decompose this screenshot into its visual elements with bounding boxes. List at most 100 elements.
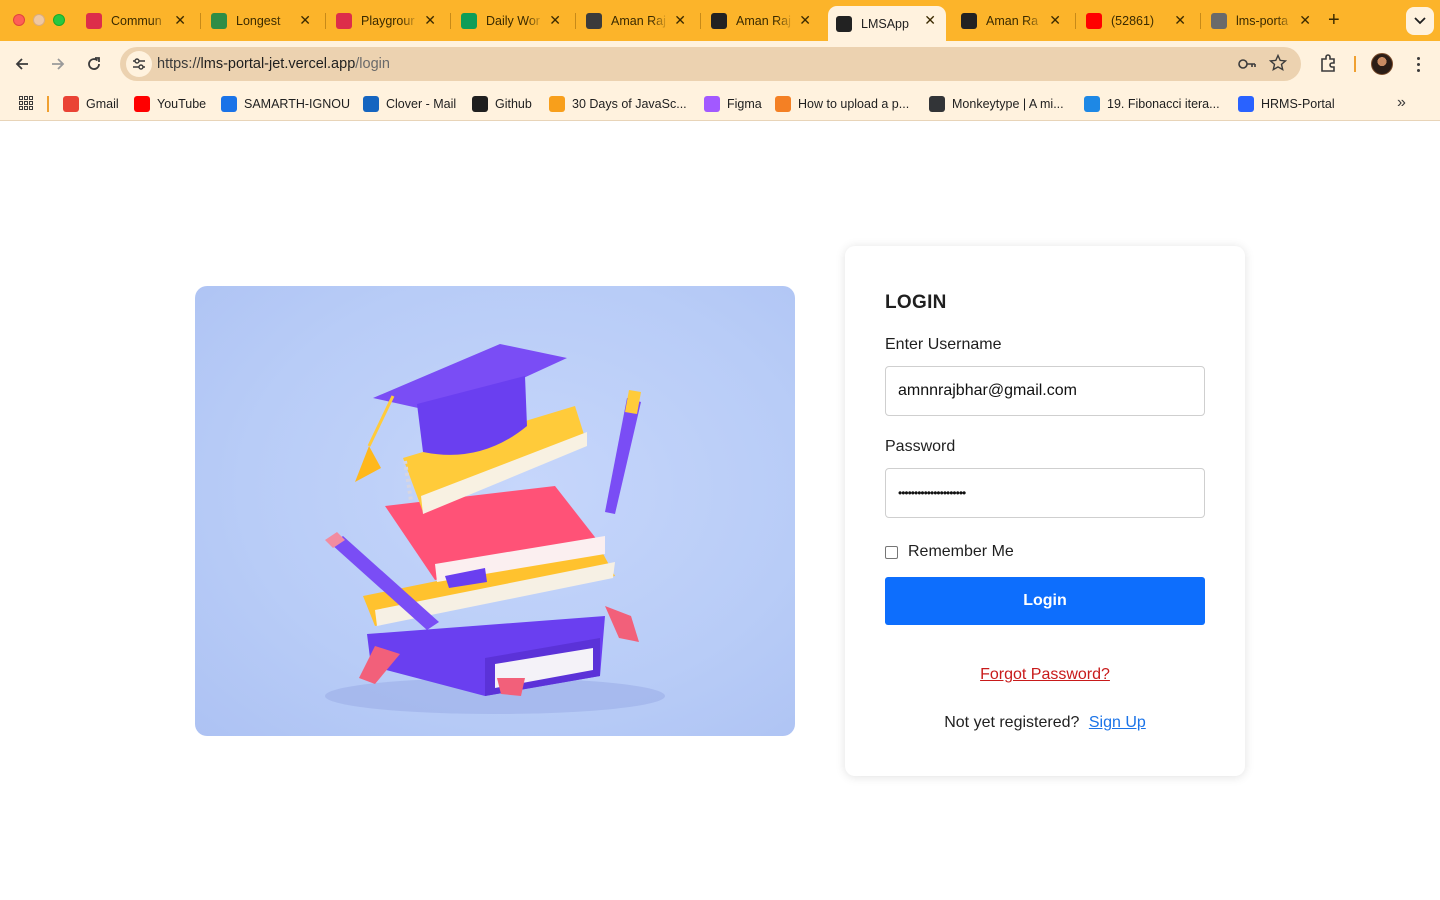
- figma-icon: [704, 96, 720, 112]
- more-bookmarks-chevron-icon[interactable]: »: [1397, 94, 1406, 112]
- browser-tab[interactable]: Aman Raj ✕: [703, 6, 821, 35]
- bookmark-item[interactable]: Clover - Mail: [363, 95, 456, 113]
- bookmark-item[interactable]: HRMS-Portal: [1238, 95, 1335, 113]
- bookmark-label: SAMARTH-IGNOU: [244, 97, 351, 111]
- tab-search-button[interactable]: [1406, 7, 1434, 35]
- url-path: /login: [355, 56, 390, 72]
- tab-close-icon[interactable]: ✕: [1049, 12, 1061, 28]
- register-row: Not yet registered? Sign Up: [845, 714, 1245, 732]
- bookmark-item[interactable]: Github: [472, 95, 532, 113]
- globe-icon: [1211, 12, 1227, 29]
- browser-tab[interactable]: Aman Ra ✕: [953, 6, 1071, 35]
- tab-divider: [325, 13, 326, 29]
- bookmark-item[interactable]: Figma: [704, 95, 762, 113]
- login-card: LOGIN Enter Username Password Remember M…: [845, 246, 1245, 776]
- browser-menu-icon[interactable]: [1410, 53, 1426, 75]
- forward-button[interactable]: [46, 52, 70, 76]
- sign-up-link[interactable]: Sign Up: [1089, 714, 1146, 731]
- password-input[interactable]: [885, 468, 1205, 518]
- bookmark-label: Github: [495, 97, 532, 111]
- apps-grid-icon[interactable]: [19, 96, 33, 110]
- tab-close-icon[interactable]: ✕: [674, 12, 686, 28]
- clover-icon: [363, 96, 379, 112]
- arrow-right-icon: [52, 58, 65, 70]
- tune-icon: [133, 58, 145, 70]
- tab-title: Longest: [236, 13, 281, 28]
- tab-title: LMSApp: [861, 16, 909, 31]
- tab-divider: [450, 13, 451, 29]
- extensions-puzzle-icon[interactable]: [1318, 53, 1338, 78]
- bookmark-item[interactable]: 30 Days of JavaSc...: [549, 95, 687, 113]
- register-text: Not yet registered?: [944, 714, 1080, 731]
- tab-title: Aman Raj: [611, 13, 666, 28]
- tab-title: (52861): [1111, 13, 1155, 28]
- window-zoom-button[interactable]: [53, 14, 65, 26]
- tab-close-icon[interactable]: ✕: [1299, 12, 1311, 28]
- tab-close-icon[interactable]: ✕: [424, 12, 436, 28]
- tab-title: Daily Wor: [486, 13, 540, 28]
- bookmarks-divider: [47, 96, 49, 112]
- url-text[interactable]: https://lms-portal-jet.vercel.app/login: [157, 56, 390, 72]
- leetcode-icon: [549, 96, 565, 112]
- chevron-down-icon: [1414, 17, 1426, 25]
- youtube-icon: [134, 96, 150, 112]
- browser-tab[interactable]: LMSApp ✕: [828, 6, 946, 41]
- tab-close-icon[interactable]: ✕: [299, 12, 311, 28]
- address-bar[interactable]: https://lms-portal-jet.vercel.app/login: [120, 47, 1301, 81]
- browser-tab[interactable]: Playgrour ✕: [328, 6, 446, 35]
- profile-avatar[interactable]: [1371, 53, 1393, 75]
- tab-divider: [1200, 13, 1201, 29]
- bookmark-item[interactable]: SAMARTH-IGNOU: [221, 95, 350, 113]
- remember-me-label[interactable]: Remember Me: [908, 543, 1014, 561]
- tab-close-icon[interactable]: ✕: [174, 12, 186, 28]
- browser-tab[interactable]: Aman Raj ✕: [578, 6, 696, 35]
- graduation-books-illustration: [325, 344, 665, 714]
- tab-close-icon[interactable]: ✕: [549, 12, 561, 28]
- browser-tab[interactable]: Longest ✕: [203, 6, 321, 35]
- reload-button[interactable]: [82, 52, 106, 76]
- login-button[interactable]: Login: [885, 577, 1205, 625]
- password-key-icon[interactable]: [1237, 55, 1257, 78]
- tab-title: lms-porta: [1236, 13, 1289, 28]
- browser-tab[interactable]: (52861) ✕: [1078, 6, 1196, 35]
- samarth-icon: [221, 96, 237, 112]
- site-info-button[interactable]: [126, 51, 152, 77]
- window-minimize-button[interactable]: [33, 14, 45, 26]
- bookmark-item[interactable]: How to upload a p...: [775, 95, 909, 113]
- browser-tab[interactable]: lms-porta ✕: [1203, 6, 1321, 35]
- angular-icon: [836, 15, 852, 32]
- tab-close-icon[interactable]: ✕: [799, 12, 811, 28]
- tab-title: Commun: [111, 13, 162, 28]
- browser-toolbar: https://lms-portal-jet.vercel.app/login: [0, 41, 1440, 87]
- video-icon: [1084, 96, 1100, 112]
- window-close-button[interactable]: [13, 14, 25, 26]
- password-label: Password: [885, 438, 956, 455]
- tab-close-icon[interactable]: ✕: [924, 12, 936, 28]
- github-icon: [472, 96, 488, 112]
- google-sheets-icon: [461, 12, 477, 29]
- username-input[interactable]: [885, 366, 1205, 416]
- browser-tab[interactable]: Commun ✕: [78, 6, 196, 35]
- forgot-password-link[interactable]: Forgot Password?: [845, 666, 1245, 684]
- back-button[interactable]: [10, 52, 34, 76]
- bookmark-label: Gmail: [86, 97, 119, 111]
- bookmark-item[interactable]: 19. Fibonacci itera...: [1084, 95, 1220, 113]
- bookmark-label: 30 Days of JavaSc...: [572, 97, 687, 111]
- bookmark-item[interactable]: YouTube: [134, 95, 206, 113]
- gmail-icon: [63, 96, 79, 112]
- bookmark-item[interactable]: Gmail: [63, 95, 119, 113]
- stackoverflow-icon: [775, 96, 791, 112]
- tab-title: Aman Raj: [736, 13, 791, 28]
- angular-icon: [336, 12, 352, 29]
- bookmark-star-icon[interactable]: [1268, 53, 1288, 77]
- bookmark-item[interactable]: Monkeytype | A mi...: [929, 95, 1064, 113]
- remember-me-checkbox[interactable]: [885, 545, 898, 559]
- bookmark-label: YouTube: [157, 97, 207, 111]
- bookmarks-bar: Gmail YouTube SAMARTH-IGNOU Clover - Mail Gi…: [0, 87, 1440, 121]
- new-tab-button[interactable]: +: [1328, 10, 1340, 30]
- browser-tab[interactable]: Daily Wor ✕: [453, 6, 571, 35]
- toolbar-divider: [1354, 56, 1356, 72]
- angular-icon: [86, 12, 102, 29]
- globe-icon: [586, 12, 602, 29]
- tab-close-icon[interactable]: ✕: [1174, 12, 1186, 28]
